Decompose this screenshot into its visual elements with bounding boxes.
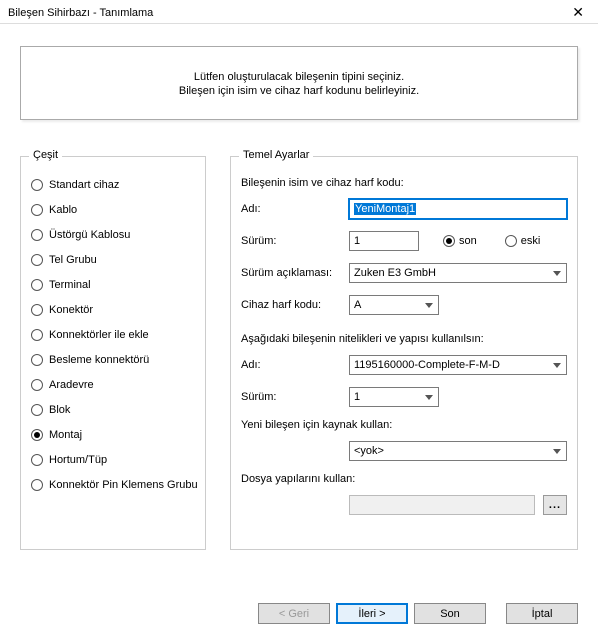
devcode-label: Cihaz harf kodu:	[241, 299, 341, 311]
settings-intro: Bileşenin isim ve cihaz harf kodu:	[241, 177, 567, 189]
type-radio-label: Blok	[49, 404, 70, 416]
titlebar: Bileşen Sihirbazı - Tanımlama ✕	[0, 0, 598, 24]
browse-button[interactable]: ...	[543, 495, 567, 515]
type-radio-label: Aradevre	[49, 379, 94, 391]
version-radio-new-label: son	[459, 235, 477, 247]
chevron-down-icon	[549, 360, 564, 370]
chevron-down-icon	[549, 268, 564, 278]
type-radio-9[interactable]: Blok	[31, 404, 195, 416]
source-label: Yeni bileşen için kaynak kullan:	[241, 419, 567, 431]
radio-icon	[31, 304, 43, 316]
desc-value: Zuken E3 GmbH	[354, 267, 436, 279]
radio-icon	[31, 429, 43, 441]
attr-version-select[interactable]: 1	[349, 387, 439, 407]
type-radio-label: Üstörgü Kablosu	[49, 229, 130, 241]
type-legend: Çeşit	[29, 149, 62, 161]
type-radio-label: Kablo	[49, 204, 77, 216]
name-input[interactable]: YeniMontaj1	[349, 199, 567, 219]
version-label: Sürüm:	[241, 235, 341, 247]
version-radio-new[interactable]: son	[443, 235, 477, 247]
radio-icon	[31, 479, 43, 491]
attr-name-value: 1195160000-Complete-F-M-D	[354, 359, 500, 371]
window-title: Bileşen Sihirbazı - Tanımlama	[8, 7, 153, 19]
type-radio-1[interactable]: Kablo	[31, 204, 195, 216]
type-radio-12[interactable]: Konnektör Pin Klemens Grubu	[31, 479, 195, 491]
attr-name-label: Adı:	[241, 359, 341, 371]
type-radio-8[interactable]: Aradevre	[31, 379, 195, 391]
type-radio-11[interactable]: Hortum/Tüp	[31, 454, 195, 466]
radio-icon	[31, 179, 43, 191]
file-struct-input	[349, 495, 535, 515]
back-button: < Geri	[258, 603, 330, 624]
attr-version-label: Sürüm:	[241, 391, 341, 403]
type-radio-label: Konektör	[49, 304, 93, 316]
chevron-down-icon	[421, 392, 436, 402]
wizard-buttons: < Geri İleri > Son İptal	[258, 603, 578, 624]
settings-legend: Temel Ayarlar	[239, 149, 313, 161]
name-value: YeniMontaj1	[354, 203, 416, 215]
attrs-text: Aşağıdaki bileşenin nitelikleri ve yapıs…	[241, 333, 567, 345]
attr-version-value: 1	[354, 391, 360, 403]
settings-fieldset: Temel Ayarlar Bileşenin isim ve cihaz ha…	[230, 156, 578, 550]
radio-icon	[31, 229, 43, 241]
banner-line2: Bileşen için isim ve cihaz harf kodunu b…	[31, 85, 567, 97]
source-select[interactable]: <yok>	[349, 441, 567, 461]
type-radio-label: Terminal	[49, 279, 91, 291]
type-radio-label: Besleme konnektörü	[49, 354, 149, 366]
type-radio-label: Hortum/Tüp	[49, 454, 107, 466]
type-radio-0[interactable]: Standart cihaz	[31, 179, 195, 191]
type-radio-3[interactable]: Tel Grubu	[31, 254, 195, 266]
radio-icon	[31, 404, 43, 416]
radio-icon	[31, 204, 43, 216]
attr-name-select[interactable]: 1195160000-Complete-F-M-D	[349, 355, 567, 375]
type-fieldset: Çeşit Standart cihazKabloÜstörgü Kablosu…	[20, 156, 206, 550]
version-radio-old[interactable]: eski	[505, 235, 541, 247]
radio-icon	[31, 354, 43, 366]
type-radio-label: Konnektörler ile ekle	[49, 329, 149, 341]
info-banner: Lütfen oluşturulacak bileşenin tipini se…	[20, 46, 578, 120]
type-radio-7[interactable]: Besleme konnektörü	[31, 354, 195, 366]
type-radio-label: Konnektör Pin Klemens Grubu	[49, 479, 198, 491]
type-radio-5[interactable]: Konektör	[31, 304, 195, 316]
chevron-down-icon	[549, 446, 564, 456]
source-value: <yok>	[354, 445, 384, 457]
type-radio-6[interactable]: Konnektörler ile ekle	[31, 329, 195, 341]
version-radio-old-label: eski	[521, 235, 541, 247]
devcode-value: A	[354, 299, 361, 311]
type-radio-10[interactable]: Montaj	[31, 429, 195, 441]
type-radio-label: Standart cihaz	[49, 179, 119, 191]
radio-icon	[31, 254, 43, 266]
type-radio-2[interactable]: Üstörgü Kablosu	[31, 229, 195, 241]
desc-select[interactable]: Zuken E3 GmbH	[349, 263, 567, 283]
chevron-down-icon	[421, 300, 436, 310]
radio-icon	[31, 454, 43, 466]
type-radio-label: Tel Grubu	[49, 254, 97, 266]
radio-icon	[31, 329, 43, 341]
next-button[interactable]: İleri >	[336, 603, 408, 624]
version-input[interactable]	[349, 231, 419, 251]
radio-icon	[31, 379, 43, 391]
type-radio-4[interactable]: Terminal	[31, 279, 195, 291]
type-radio-label: Montaj	[49, 429, 82, 441]
devcode-select[interactable]: A	[349, 295, 439, 315]
finish-button[interactable]: Son	[414, 603, 486, 624]
close-icon[interactable]: ✕	[566, 4, 590, 21]
cancel-button[interactable]: İptal	[506, 603, 578, 624]
name-label: Adı:	[241, 203, 341, 215]
radio-icon	[31, 279, 43, 291]
desc-label: Sürüm açıklaması:	[241, 267, 341, 279]
file-struct-label: Dosya yapılarını kullan:	[241, 473, 567, 485]
banner-line1: Lütfen oluşturulacak bileşenin tipini se…	[31, 71, 567, 83]
